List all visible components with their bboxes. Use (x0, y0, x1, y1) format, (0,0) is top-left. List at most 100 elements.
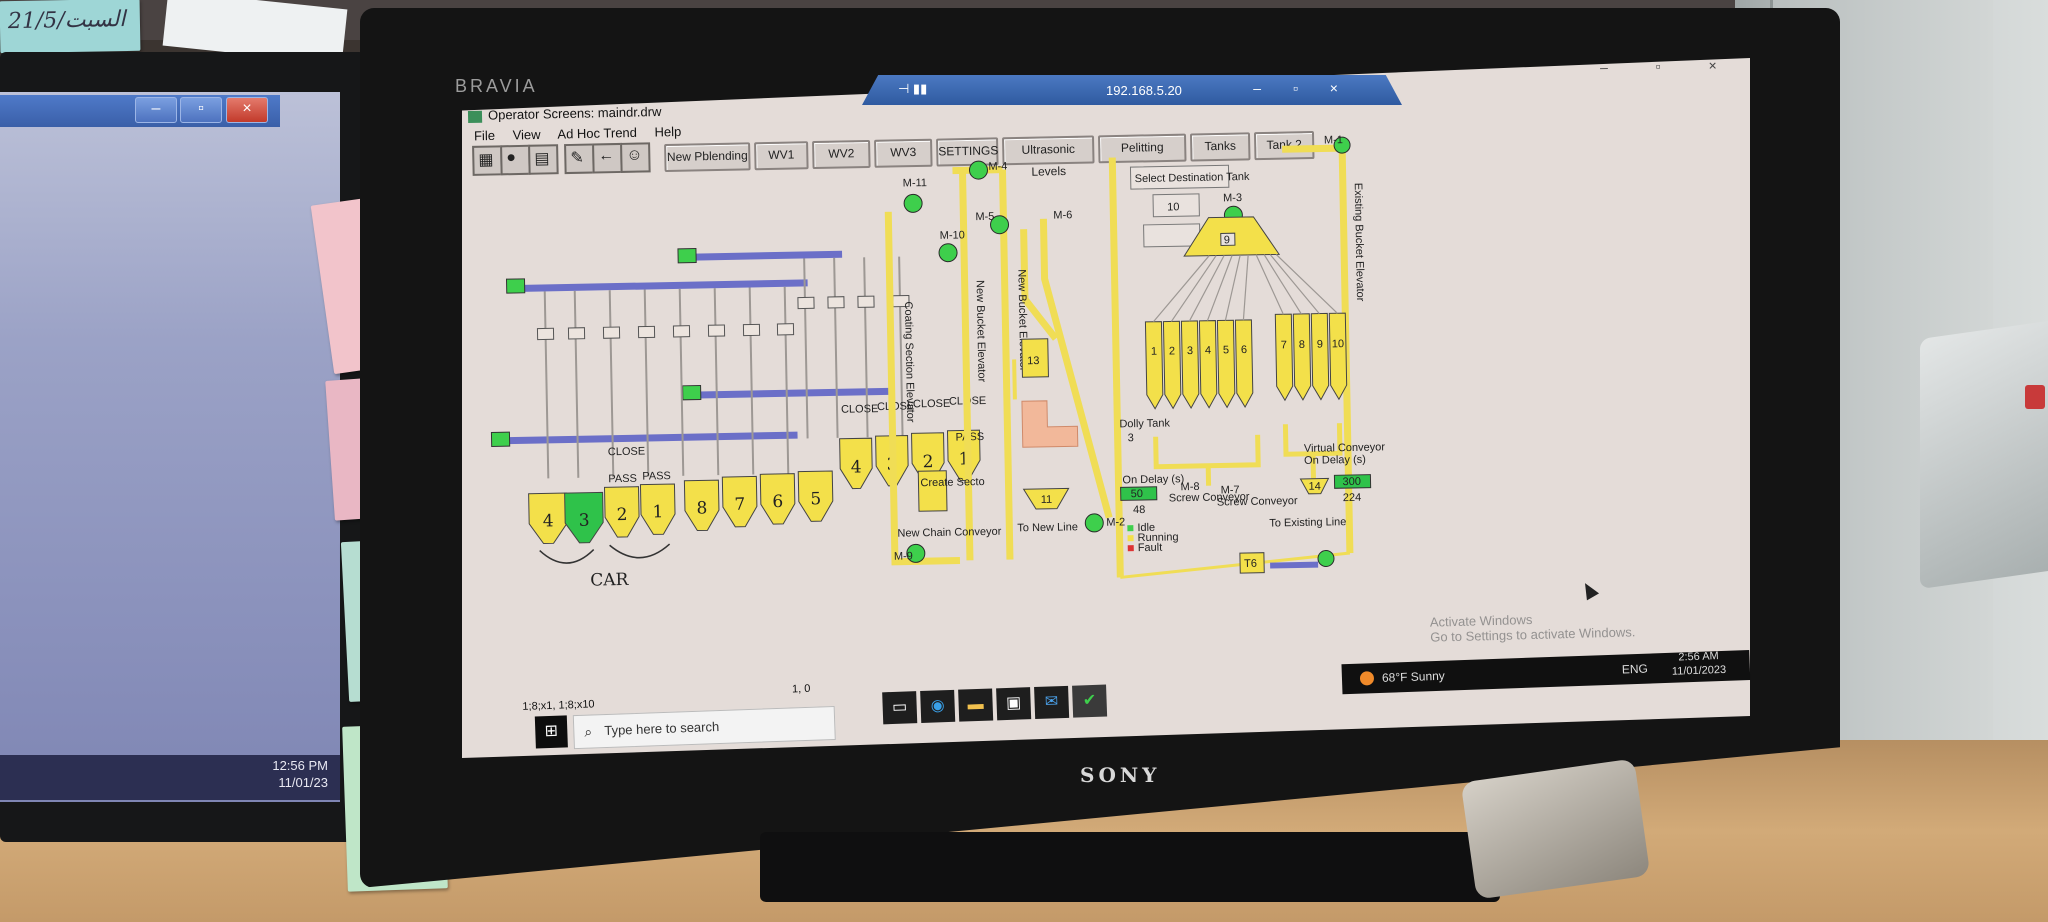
weather-icon (1359, 671, 1375, 686)
motor-label: M-3 (1223, 192, 1242, 204)
ashtray (1460, 758, 1651, 900)
store-icon[interactable]: ▣ (996, 687, 1032, 721)
value-224: 224 (1343, 492, 1362, 504)
sticky-note-text: 21/5/السبت (7, 7, 126, 35)
language-indicator[interactable]: ENG (1621, 654, 1648, 685)
motor-m11-icon[interactable] (903, 193, 923, 213)
left-clock-time: 12:56 PM (272, 758, 328, 773)
edge-icon[interactable]: ◉ (920, 689, 956, 723)
close-label: CLOSE (913, 398, 951, 411)
search-input[interactable]: ⌕ Type here to search (572, 706, 836, 750)
motor-m4-icon[interactable] (968, 160, 988, 180)
hopper-label: 4 (851, 457, 862, 477)
monitor-stand (760, 832, 1500, 902)
control-cabinet (1920, 321, 2048, 589)
tank-14-label: 14 (1309, 481, 1321, 493)
to-new-line-label: To New Line (1017, 521, 1078, 534)
search-placeholder: Type here to search (604, 719, 720, 739)
dolly-tank-value: 3 (1128, 432, 1134, 444)
left-clock[interactable]: 12:56 PM 11/01/23 (248, 757, 328, 791)
hopper-label: 4 (543, 511, 554, 531)
hopper-label: 2 (922, 452, 933, 472)
motor-label: M-5 (975, 211, 994, 223)
hopper-label: 2 (616, 505, 627, 525)
task-view-icon[interactable]: ▭ (882, 691, 918, 725)
motor-label: M-9 (894, 550, 913, 562)
scada-app-icon[interactable]: ✔ (1072, 684, 1108, 718)
motor-icon[interactable] (1317, 549, 1335, 567)
tank-13-fill-salmon (1021, 400, 1079, 448)
position-readout: 1, 0 (791, 682, 811, 696)
on-delay-label: On Delay (s) (1122, 473, 1184, 486)
conveyor-upper-left[interactable] (522, 279, 808, 292)
left-monitor-screen (0, 92, 340, 802)
hopper-label: 5 (810, 489, 821, 509)
app-icon (467, 110, 483, 123)
on-delay-value: 50 (1131, 488, 1143, 500)
tank-group-a (1144, 319, 1254, 410)
hopper-label: 6 (772, 492, 783, 512)
left-maximize-button[interactable]: ▫ (180, 97, 222, 123)
create-secto-label: Create Secto (920, 476, 984, 489)
cursor-coords: 1;8;x1, 1;8;x10 (522, 698, 595, 713)
conveyor-lower-left[interactable] (507, 431, 798, 445)
conveyor-upper-right[interactable] (694, 250, 843, 261)
cabinet-red-button (2025, 385, 2045, 409)
conveyor-drive-icon[interactable] (682, 384, 702, 401)
tank-label: 3 (1187, 345, 1193, 357)
to-existing-line-label: To Existing Line (1269, 516, 1346, 529)
pin-icon[interactable]: ⊣ ▮▮ (898, 81, 927, 97)
close-label: CLOSE (841, 403, 879, 416)
scada-process-diagram: 4 3 2 1 8 7 6 5 4 3 2 1 CAR CLOSE CLOSE … (490, 134, 1386, 591)
rdp-window-controls[interactable]: – ▫ × (1253, 80, 1352, 96)
elevator-label: Existing Bucket Elevator (1352, 183, 1366, 302)
motor-label: M-1 (1324, 134, 1343, 146)
mail-icon[interactable]: ✉ (1034, 685, 1070, 720)
motor-label: M-4 (988, 161, 1007, 173)
motor-label: M-6 (1053, 209, 1072, 221)
tank-label: 6 (1241, 344, 1247, 356)
search-icon: ⌕ (584, 723, 593, 740)
conveyor-drive-icon[interactable] (505, 278, 526, 294)
conveyor-drive-icon[interactable] (490, 431, 511, 447)
motor-label: M-2 (1106, 516, 1125, 528)
remote-host: 192.168.5.20 (1106, 83, 1182, 98)
car-label: CAR (590, 570, 630, 591)
left-minimize-button[interactable]: – (135, 97, 177, 123)
motor-m10-icon[interactable] (938, 243, 958, 263)
taskbar-clock[interactable]: 2:56 AM 11/01/2023 (1671, 649, 1727, 679)
conveyor-drive-icon[interactable] (677, 248, 697, 264)
app-window-controls[interactable]: – ▫ × (1600, 57, 1739, 75)
select-destination-label: Select Destination Tank (1135, 171, 1250, 185)
remote-desktop-bar[interactable]: ⊣ ▮▮ 192.168.5.20 – ▫ × (862, 75, 1402, 105)
tank-label: 1 (1151, 346, 1157, 358)
monitor-maker-logo: SONY (1080, 763, 1161, 787)
on-delay-value-2: 48 (1133, 504, 1145, 516)
motor-m2-icon[interactable] (1084, 513, 1104, 533)
value-300: 300 (1342, 476, 1361, 488)
conveyor-lower-right[interactable] (698, 387, 889, 399)
destination-empty-box (1143, 223, 1201, 248)
virtual-conveyor-label: Virtual Conveyor (1304, 441, 1386, 455)
tank-label: 9 (1317, 339, 1323, 351)
tank-label: 10 (1332, 338, 1344, 350)
start-button[interactable]: ⊞ (534, 715, 568, 749)
tank-label: 7 (1281, 339, 1287, 351)
elevator-label: New Bucket Elevator (974, 280, 988, 383)
left-close-button[interactable]: × (226, 97, 268, 123)
legend-fault: Fault (1138, 542, 1163, 554)
file-explorer-icon[interactable]: ▬ (958, 688, 994, 722)
clock-date: 11/01/2023 (1671, 663, 1727, 678)
weather-text[interactable]: 68°F Sunny (1381, 661, 1445, 693)
hopper-label: 1 (652, 502, 663, 522)
destination-value: 10 (1167, 201, 1179, 213)
new-chain-conveyor-label: New Chain Conveyor (897, 526, 1001, 540)
close-label: CLOSE (608, 446, 646, 459)
monitor-brand-label: BRAVIA (455, 76, 538, 96)
tank-label: 2 (1169, 345, 1175, 357)
pass-label: PASS (608, 473, 637, 486)
activate-windows-watermark: Activate Windows Go to Settings to activ… (1430, 609, 1636, 645)
elevator-label: Coating Section Elevator (902, 301, 916, 423)
pass-label: PASS (642, 470, 671, 483)
left-clock-date: 11/01/23 (278, 775, 328, 790)
